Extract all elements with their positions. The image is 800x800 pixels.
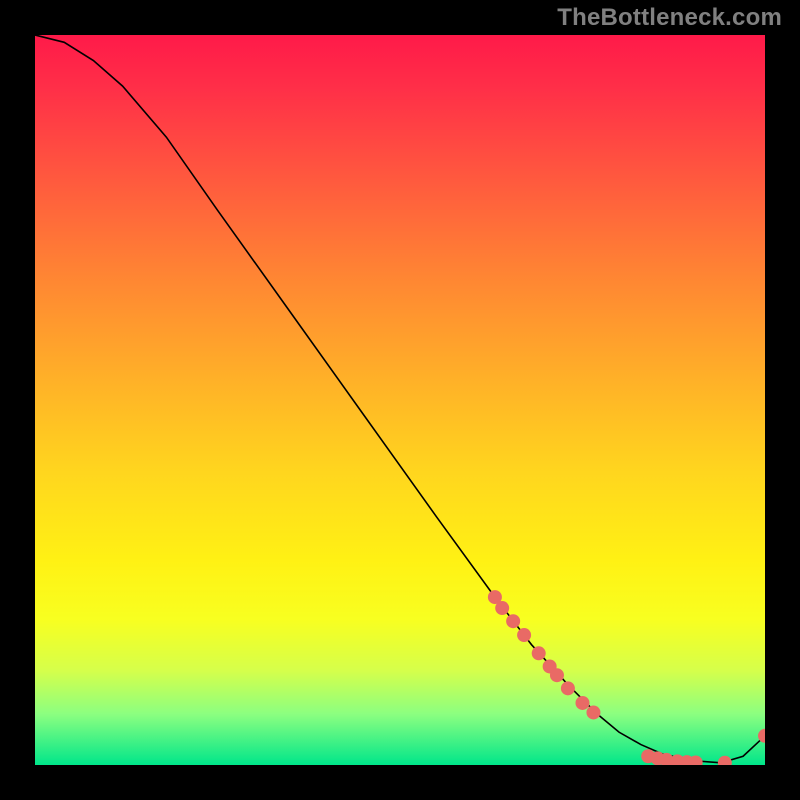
marker-dot <box>586 705 600 719</box>
marker-dot <box>495 601 509 615</box>
marker-dot <box>532 646 546 660</box>
marker-dot <box>506 614 520 628</box>
watermark-text: TheBottleneck.com <box>557 4 782 32</box>
marker-dot <box>561 681 575 695</box>
plot-area <box>35 35 765 765</box>
marker-dot <box>550 668 564 682</box>
marker-dot <box>718 756 732 765</box>
marker-dot <box>576 696 590 710</box>
marker-group <box>488 590 765 765</box>
chart-svg <box>35 35 765 765</box>
bottleneck-curve <box>35 35 765 763</box>
chart-stage: TheBottleneck.com <box>0 0 800 800</box>
marker-dot <box>517 628 531 642</box>
